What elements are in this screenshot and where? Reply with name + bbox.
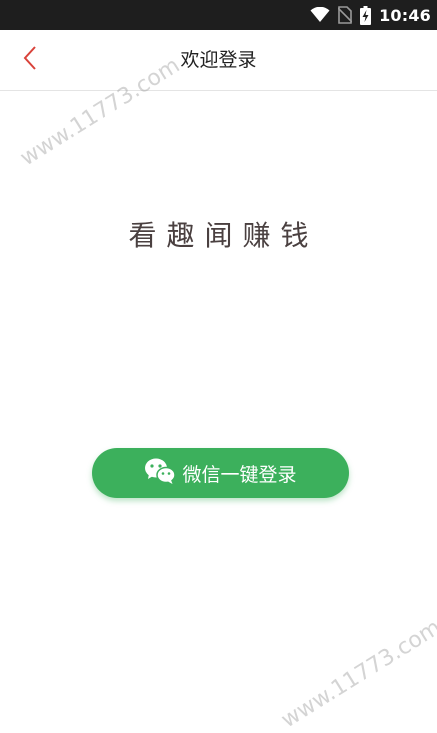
status-bar: 10:46 [0, 0, 437, 30]
nav-bar: 欢迎登录 [0, 30, 437, 91]
app-slogan: 看趣闻赚钱 [128, 219, 319, 252]
wechat-icon [144, 457, 177, 489]
wechat-login-label: 微信一键登录 [182, 463, 297, 486]
battery-charging-icon [360, 5, 372, 25]
no-sim-icon [338, 6, 353, 24]
wifi-icon [310, 7, 330, 23]
status-time: 10:46 [379, 5, 431, 25]
wechat-login-button[interactable]: 微信一键登录 [92, 448, 349, 498]
watermark: www.11773.com [277, 615, 437, 733]
page-title: 欢迎登录 [180, 49, 257, 71]
status-icons: 10:46 [310, 0, 431, 30]
